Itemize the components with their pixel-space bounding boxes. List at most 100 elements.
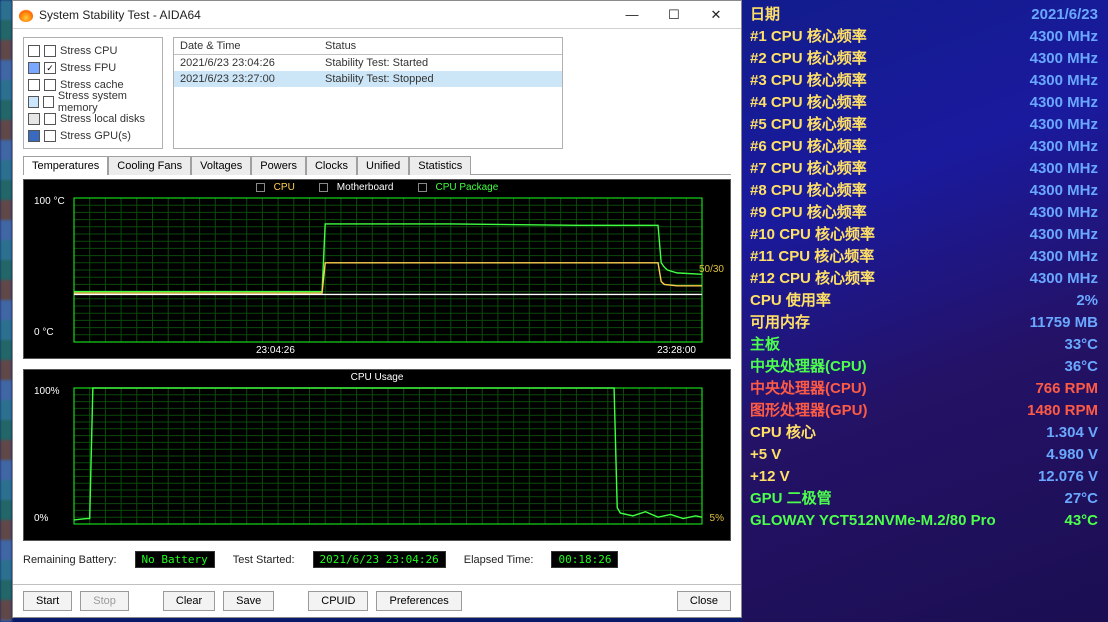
stress-option[interactable]: Stress GPU(s) (28, 127, 158, 144)
sensor-value: 4300 MHz (1030, 114, 1098, 136)
maximize-button[interactable]: ☐ (653, 1, 695, 29)
tab-voltages[interactable]: Voltages (191, 156, 251, 175)
elapsed-value: 00:18:26 (551, 551, 618, 568)
sensor-value: 4300 MHz (1030, 48, 1098, 70)
sensor-label: +12 V (750, 466, 790, 488)
chart-temperatures-svg (24, 180, 731, 359)
sensor-label: #3 CPU 核心频率 (750, 70, 867, 92)
sensor-label: 图形处理器(GPU) (750, 400, 868, 422)
sensor-value: 4300 MHz (1030, 202, 1098, 224)
sensor-row: 可用内存 11759 MB (750, 312, 1098, 334)
color-swatch (28, 113, 40, 125)
minimize-button[interactable]: — (611, 1, 653, 29)
preferences-button[interactable]: Preferences (376, 591, 461, 611)
stress-option-label: Stress system memory (58, 90, 158, 114)
save-button[interactable]: Save (223, 591, 274, 611)
log-row[interactable]: 2021/6/23 23:04:26Stability Test: Starte… (174, 55, 562, 71)
log-body: 2021/6/23 23:04:26Stability Test: Starte… (174, 55, 562, 123)
log-col-status[interactable]: Status (319, 38, 562, 54)
cpuid-button[interactable]: CPUID (308, 591, 368, 611)
test-started-value: 2021/6/23 23:04:26 (313, 551, 446, 568)
button-row: Start Stop Clear Save CPUID Preferences … (13, 584, 741, 617)
sensor-value: 11759 MB (1030, 312, 1098, 334)
tab-cooling-fans[interactable]: Cooling Fans (108, 156, 191, 175)
sensor-value: 43°C (1064, 510, 1098, 532)
tab-temperatures[interactable]: Temperatures (23, 156, 108, 175)
log-cell-datetime: 2021/6/23 23:27:00 (174, 71, 319, 87)
checkbox-icon[interactable] (44, 113, 56, 125)
stress-options: Stress CPU✓Stress FPUStress cacheStress … (23, 37, 163, 149)
legend-item[interactable]: CPU (250, 182, 301, 193)
sensor-label: #5 CPU 核心频率 (750, 114, 867, 136)
legend-item[interactable]: CPU Package (412, 182, 505, 193)
tab-powers[interactable]: Powers (251, 156, 306, 175)
sensor-label: +5 V (750, 444, 781, 466)
sensor-row: CPU 核心1.304 V (750, 422, 1098, 444)
sensor-value: 4300 MHz (1030, 224, 1098, 246)
sensor-row: #1 CPU 核心频率4300 MHz (750, 26, 1098, 48)
checkbox-icon[interactable] (43, 96, 54, 108)
sensor-row: 中央处理器(CPU)766 RPM (750, 378, 1098, 400)
sensor-label: #2 CPU 核心频率 (750, 48, 867, 70)
x-tick-start: 23:04:26 (256, 345, 295, 356)
sensor-label: #10 CPU 核心频率 (750, 224, 875, 246)
window-content: Stress CPU✓Stress FPUStress cacheStress … (13, 29, 741, 584)
close-window-button[interactable]: ✕ (695, 1, 737, 29)
sensor-row: 主板33°C (750, 334, 1098, 356)
legend-label: CPU (274, 182, 295, 193)
sensor-value: 4300 MHz (1030, 92, 1098, 114)
stress-option[interactable]: ✓ Stress FPU (28, 59, 158, 76)
chart-side-value-2: 5% (710, 513, 724, 524)
log-row[interactable]: 2021/6/23 23:27:00Stability Test: Stoppe… (174, 71, 562, 87)
stop-button[interactable]: Stop (80, 591, 129, 611)
top-row: Stress CPU✓Stress FPUStress cacheStress … (23, 37, 731, 149)
chart-side-value: 50/30 (699, 264, 724, 275)
sensor-label: 可用内存 (750, 312, 810, 334)
sensor-label: #12 CPU 核心频率 (750, 268, 875, 290)
color-swatch (28, 79, 40, 91)
tab-statistics[interactable]: Statistics (409, 156, 471, 175)
titlebar[interactable]: System Stability Test - AIDA64 — ☐ ✕ (13, 1, 741, 29)
checkbox-icon[interactable] (44, 130, 56, 142)
chart-cpu-usage-svg (24, 370, 731, 541)
stress-option[interactable]: Stress CPU (28, 42, 158, 59)
log-cell-status: Stability Test: Stopped (319, 71, 562, 87)
flame-icon (19, 8, 33, 22)
elapsed-label: Elapsed Time: (464, 554, 534, 566)
sensor-row: #3 CPU 核心频率4300 MHz (750, 70, 1098, 92)
stress-option[interactable]: Stress system memory (28, 93, 158, 110)
sensor-label: 日期 (750, 4, 780, 26)
stress-option[interactable]: Stress local disks (28, 110, 158, 127)
checkbox-icon[interactable] (44, 45, 56, 57)
sensor-value: 4300 MHz (1030, 246, 1098, 268)
clear-button[interactable]: Clear (163, 591, 215, 611)
sensor-value: 27°C (1064, 488, 1098, 510)
log-cell-status: Stability Test: Started (319, 55, 562, 71)
tab-unified[interactable]: Unified (357, 156, 409, 175)
sensor-panel: 日期2021/6/23#1 CPU 核心频率4300 MHz#2 CPU 核心频… (742, 0, 1108, 622)
desktop-edge (0, 0, 12, 622)
checkbox-icon[interactable] (44, 79, 56, 91)
checkbox-icon[interactable]: ✓ (44, 62, 56, 74)
color-swatch (28, 45, 40, 57)
sensor-row: #5 CPU 核心频率 4300 MHz (750, 114, 1098, 136)
sensor-row: +5 V4.980 V (750, 444, 1098, 466)
tab-strip: TemperaturesCooling FansVoltagesPowersCl… (23, 155, 731, 175)
start-button[interactable]: Start (23, 591, 72, 611)
tab-clocks[interactable]: Clocks (306, 156, 357, 175)
y-tick-high: 100 °C (34, 196, 65, 207)
x-tick-end: 23:28:00 (657, 345, 696, 356)
sensor-row: #11 CPU 核心频率4300 MHz (750, 246, 1098, 268)
window-title: System Stability Test - AIDA64 (39, 8, 611, 22)
stress-option-label: Stress CPU (60, 45, 117, 57)
close-button[interactable]: Close (677, 591, 731, 611)
log-col-datetime[interactable]: Date & Time (174, 38, 319, 54)
stress-option-label: Stress FPU (60, 62, 116, 74)
sensor-row: #10 CPU 核心频率 4300 MHz (750, 224, 1098, 246)
legend-label: Motherboard (337, 182, 394, 193)
sensor-row: #6 CPU 核心频率4300 MHz (750, 136, 1098, 158)
sensor-label: #6 CPU 核心频率 (750, 136, 867, 158)
sensor-label: 中央处理器(CPU) (750, 356, 867, 378)
sensor-row: #12 CPU 核心频率4300 MHz (750, 268, 1098, 290)
legend-item[interactable]: Motherboard (313, 182, 400, 193)
